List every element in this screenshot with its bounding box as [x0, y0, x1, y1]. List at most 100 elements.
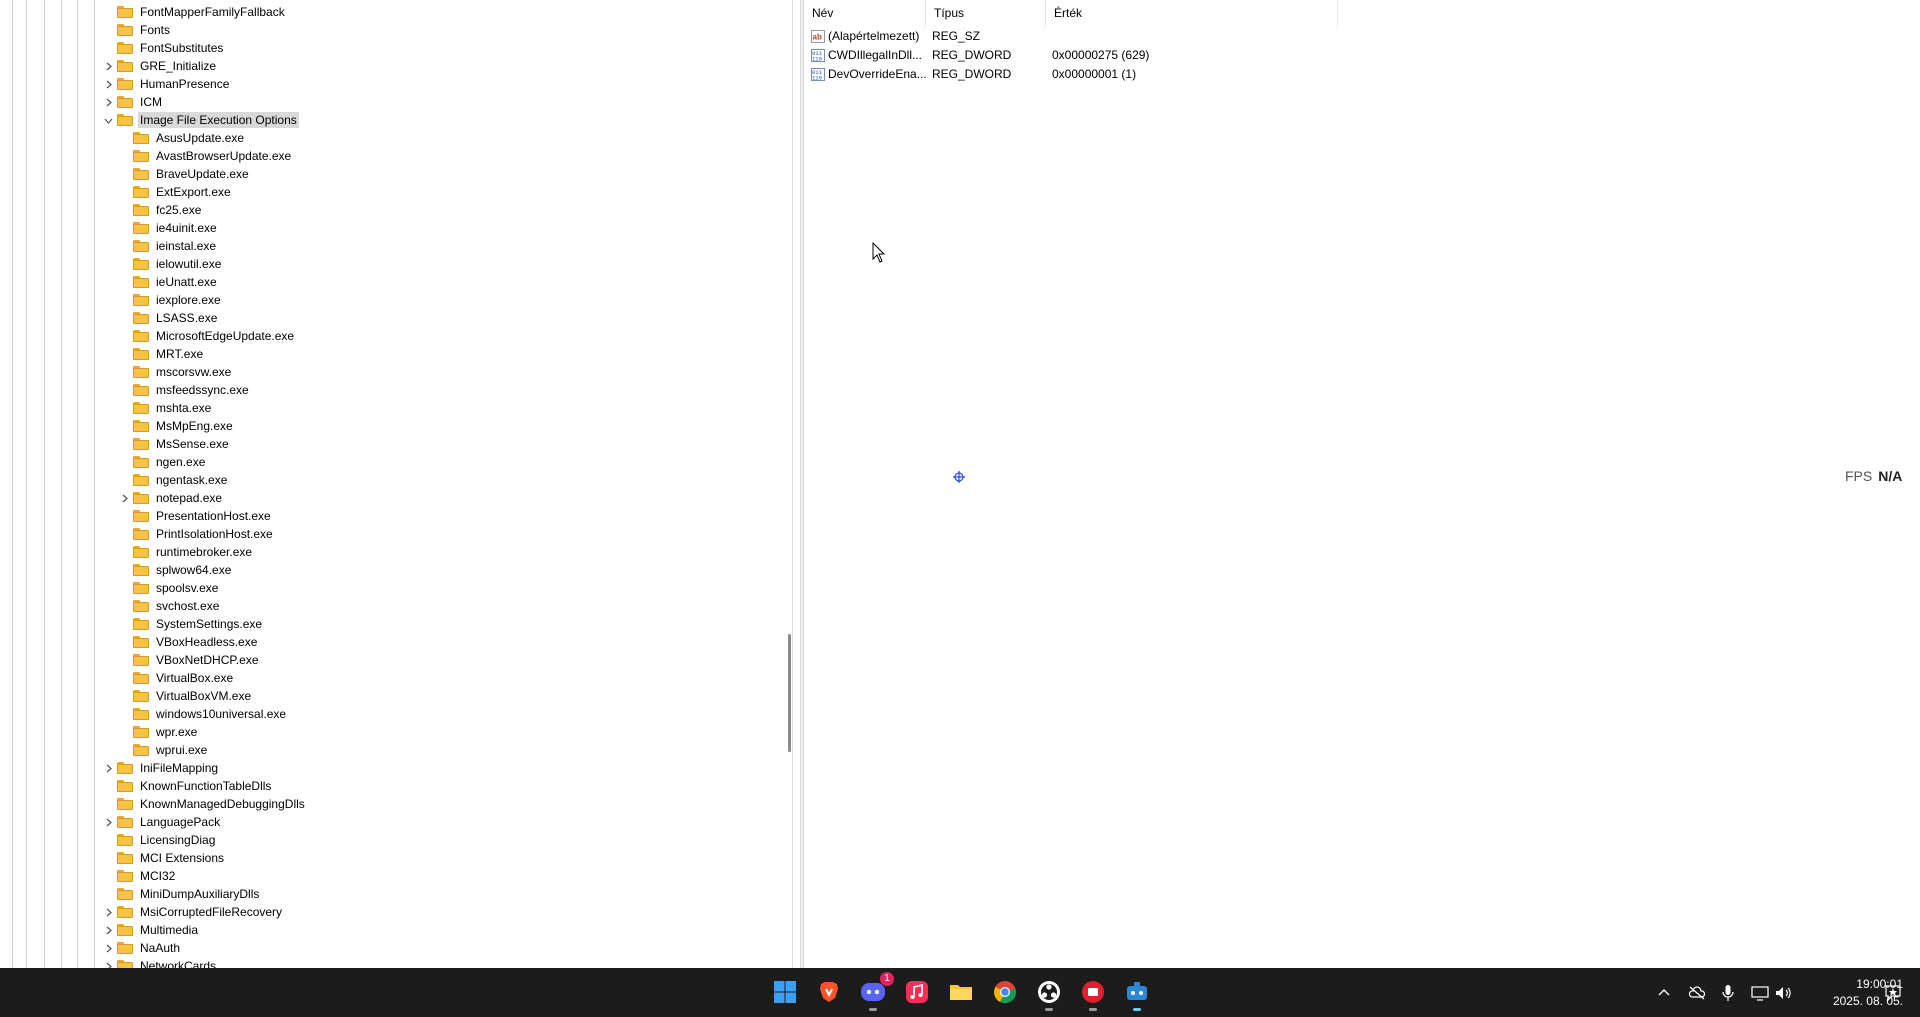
tree-item[interactable]: IniFileMapping — [101, 759, 220, 777]
tree-item[interactable]: MRT.exe — [117, 345, 205, 363]
tree-item[interactable]: VBoxHeadless.exe — [117, 633, 259, 651]
tree-item[interactable]: HumanPresence — [101, 75, 231, 93]
tree-item[interactable]: ielowutil.exe — [117, 255, 223, 273]
tree-item[interactable]: ICM — [101, 93, 164, 111]
tree-item[interactable]: ieinstal.exe — [117, 237, 218, 255]
start-button[interactable] — [768, 975, 802, 1009]
taskbar-app-red[interactable] — [1076, 975, 1110, 1011]
folder-icon — [133, 492, 149, 504]
tree-item[interactable]: LicensingDiag — [101, 831, 217, 849]
fps-value: N/A — [1878, 468, 1903, 484]
tree-item[interactable]: wprui.exe — [117, 741, 209, 759]
tree-item-spacer — [117, 687, 131, 705]
tray-network[interactable] — [1749, 982, 1771, 1004]
tray-volume[interactable] — [1773, 982, 1795, 1004]
tree-expander[interactable] — [101, 75, 115, 93]
tree-item[interactable]: ieUnatt.exe — [117, 273, 219, 291]
tree-item[interactable]: msfeedssync.exe — [117, 381, 251, 399]
tree-item[interactable]: BraveUpdate.exe — [117, 165, 251, 183]
tree-item[interactable]: Multimedia — [101, 921, 200, 939]
tray-onedrive[interactable] — [1686, 982, 1708, 1004]
tree-expander[interactable] — [101, 759, 115, 777]
tree-item[interactable]: PrintIsolationHost.exe — [117, 525, 275, 543]
tree-expander[interactable] — [101, 903, 115, 921]
tree-expander[interactable] — [101, 957, 115, 968]
tree-item[interactable]: iexplore.exe — [117, 291, 223, 309]
tray-microphone[interactable] — [1717, 982, 1739, 1004]
tree-item[interactable]: AsusUpdate.exe — [117, 129, 246, 147]
tray-show-hidden[interactable] — [1653, 982, 1675, 1004]
tree-item[interactable]: notepad.exe — [117, 489, 224, 507]
tree-item[interactable]: MiniDumpAuxiliaryDlls — [101, 885, 261, 903]
tree-item[interactable]: MsMpEng.exe — [117, 417, 235, 435]
folder-icon — [133, 258, 149, 270]
taskbar-chrome[interactable] — [988, 975, 1022, 1009]
obs-icon — [1038, 981, 1060, 1003]
tree-item-label: FontMapperFamilyFallback — [140, 5, 285, 19]
value-row[interactable]: ab (Alapértelmezett) REG_SZ — [804, 27, 1344, 46]
tree-expander[interactable] — [101, 813, 115, 831]
value-row[interactable]: 011 110 CWDIllegalInDll... REG_DWORD 0x0… — [804, 46, 1344, 65]
tree-item[interactable]: ExtExport.exe — [117, 183, 233, 201]
tree-item[interactable]: KnownManagedDebuggingDlls — [101, 795, 307, 813]
tree-item[interactable]: wpr.exe — [117, 723, 199, 741]
tree-expander[interactable] — [101, 939, 115, 957]
tree-item[interactable]: KnownFunctionTableDlls — [101, 777, 273, 795]
tree-item-spacer — [117, 633, 131, 651]
tree-expander[interactable] — [117, 489, 131, 507]
tray-notifications[interactable] — [1882, 982, 1904, 1004]
tree-item[interactable]: VirtualBoxVM.exe — [117, 687, 253, 705]
tree-item-spacer — [101, 3, 115, 21]
tree-item[interactable]: AvastBrowserUpdate.exe — [117, 147, 293, 165]
tree-item-spacer — [117, 651, 131, 669]
tree-item[interactable]: mscorsvw.exe — [117, 363, 233, 381]
tree-item[interactable]: FontMapperFamilyFallback — [101, 3, 287, 21]
tree-item[interactable]: MicrosoftEdgeUpdate.exe — [117, 327, 296, 345]
tree-item[interactable]: windows10universal.exe — [117, 705, 288, 723]
tree-expander[interactable] — [101, 921, 115, 939]
tree-item[interactable]: fc25.exe — [117, 201, 203, 219]
tree-item[interactable]: NetworkCards — [101, 957, 218, 968]
tree-scrollbar-thumb[interactable] — [788, 634, 791, 752]
column-header-type[interactable]: Típus — [926, 0, 1046, 27]
tree-item[interactable]: ngentask.exe — [117, 471, 229, 489]
tree-item[interactable]: runtimebroker.exe — [117, 543, 254, 561]
tree-item[interactable]: NaAuth — [101, 939, 182, 957]
tree-item[interactable]: MsSense.exe — [117, 435, 231, 453]
tree-item[interactable]: spoolsv.exe — [117, 579, 220, 597]
registry-values-list[interactable]: Név Típus Érték ab (Alapértelmezett) REG… — [804, 0, 1920, 968]
tree-item[interactable]: MCI Extensions — [101, 849, 226, 867]
tree-expander[interactable] — [101, 111, 115, 129]
column-header-name[interactable]: Név — [804, 0, 926, 27]
tree-item[interactable]: VBoxNetDHCP.exe — [117, 651, 261, 669]
taskbar-app-blue[interactable] — [1120, 975, 1154, 1011]
tree-item[interactable]: LSASS.exe — [117, 309, 219, 327]
tree-item[interactable]: LanguagePack — [101, 813, 222, 831]
taskbar-discord[interactable]: 1 — [856, 972, 894, 1011]
registry-key-tree[interactable]: FontMapperFamilyFallback Fonts FontSubstit… — [0, 0, 793, 968]
tree-item[interactable]: GRE_Initialize — [101, 57, 218, 75]
tree-item[interactable]: FontSubstitutes — [101, 39, 225, 57]
running-indicator — [1089, 1008, 1097, 1011]
taskbar-obs[interactable] — [1032, 975, 1066, 1011]
tree-item[interactable]: Image File Execution Options — [101, 111, 299, 129]
tree-item[interactable]: MCI32 — [101, 867, 177, 885]
tree-item[interactable]: PresentationHost.exe — [117, 507, 273, 525]
taskbar-file-explorer[interactable] — [944, 975, 978, 1009]
file-explorer-icon — [950, 985, 972, 1000]
tree-item[interactable]: SystemSettings.exe — [117, 615, 264, 633]
tree-item[interactable]: svchost.exe — [117, 597, 221, 615]
tree-item[interactable]: ngen.exe — [117, 453, 207, 471]
tree-expander[interactable] — [101, 57, 115, 75]
value-row[interactable]: 011 110 DevOverrideEna... REG_DWORD 0x00… — [804, 65, 1344, 84]
tree-item[interactable]: mshta.exe — [117, 399, 213, 417]
tree-item[interactable]: splwow64.exe — [117, 561, 233, 579]
tree-item[interactable]: VirtualBox.exe — [117, 669, 235, 687]
tree-expander[interactable] — [101, 93, 115, 111]
tree-item[interactable]: ie4uinit.exe — [117, 219, 219, 237]
tree-item[interactable]: Fonts — [101, 21, 172, 39]
taskbar-brave[interactable] — [812, 975, 846, 1009]
column-header-data[interactable]: Érték — [1046, 0, 1338, 27]
tree-item[interactable]: MsiCorruptedFileRecovery — [101, 903, 284, 921]
taskbar-music[interactable] — [900, 975, 934, 1009]
